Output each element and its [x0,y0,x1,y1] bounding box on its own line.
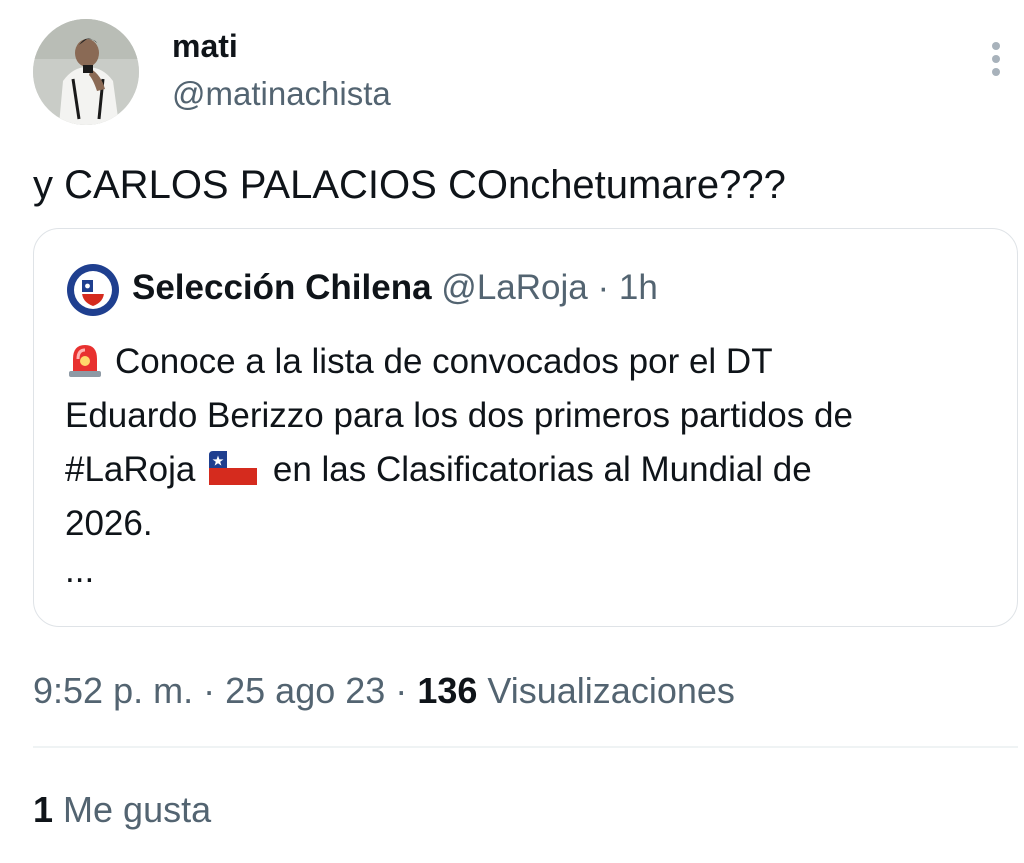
quoted-author-name[interactable]: Selección Chilena [132,268,432,307]
quoted-timestamp[interactable]: 1h [619,268,658,307]
quoted-header: Selección Chilena @LaRoja · 1h [132,266,658,310]
likes-label: Me gusta [63,789,212,830]
avatar-photo [33,19,139,125]
show-more-ellipsis[interactable]: ... [65,551,94,591]
meta-separator: · [203,670,216,711]
author-avatar[interactable] [33,19,139,125]
tweet-time[interactable]: 9:52 p. m. [33,670,193,711]
meta-separator: · [395,670,408,711]
chile-flag-icon [209,451,258,485]
quoted-author-avatar[interactable] [65,262,121,318]
views-label: Visualizaciones [487,670,735,711]
hashtag-link[interactable]: #LaRoja [65,450,195,489]
quoted-body-line3: en las Clasificatorias al Mundial de [272,450,812,489]
police-siren-icon [69,345,101,377]
quoted-line-2: Eduardo Berizzo para los dos primeros pa… [65,396,853,435]
quoted-line-3: #LaRoja en las Clasificatorias al Mundia… [65,443,995,497]
quoted-tweet-card[interactable]: Selección Chilena @LaRoja · 1h Conoce a … [33,228,1018,627]
views-count: 136 [417,670,478,711]
author-name[interactable]: mati [172,26,238,66]
more-options-icon[interactable] [984,42,1008,82]
quoted-separator: · [597,268,610,307]
tweet-text: y CARLOS PALACIOS COnchetumare??? [33,163,786,207]
tweet-date[interactable]: 25 ago 23 [225,670,385,711]
likes-count: 1 [33,789,54,830]
tweet-meta: 9:52 p. m. · 25 ago 23 · 136 Visualizaci… [33,668,735,714]
quoted-tweet-text: Conoce a la lista de convocados por el D… [65,335,995,551]
divider [33,746,1018,748]
quoted-author-handle[interactable]: @LaRoja [441,268,587,307]
quoted-line-4: 2026. [65,504,153,543]
quoted-body-line1: Conoce a la lista de convocados por el D… [115,342,773,381]
federation-crest-icon [65,262,121,318]
likes-link[interactable]: 1 Me gusta [33,787,211,833]
tweet-detail: mati @matinachista y CARLOS PALACIOS COn… [0,0,1024,863]
quoted-line-1: Conoce a la lista de convocados por el D… [65,335,995,389]
author-handle[interactable]: @matinachista [172,74,391,114]
